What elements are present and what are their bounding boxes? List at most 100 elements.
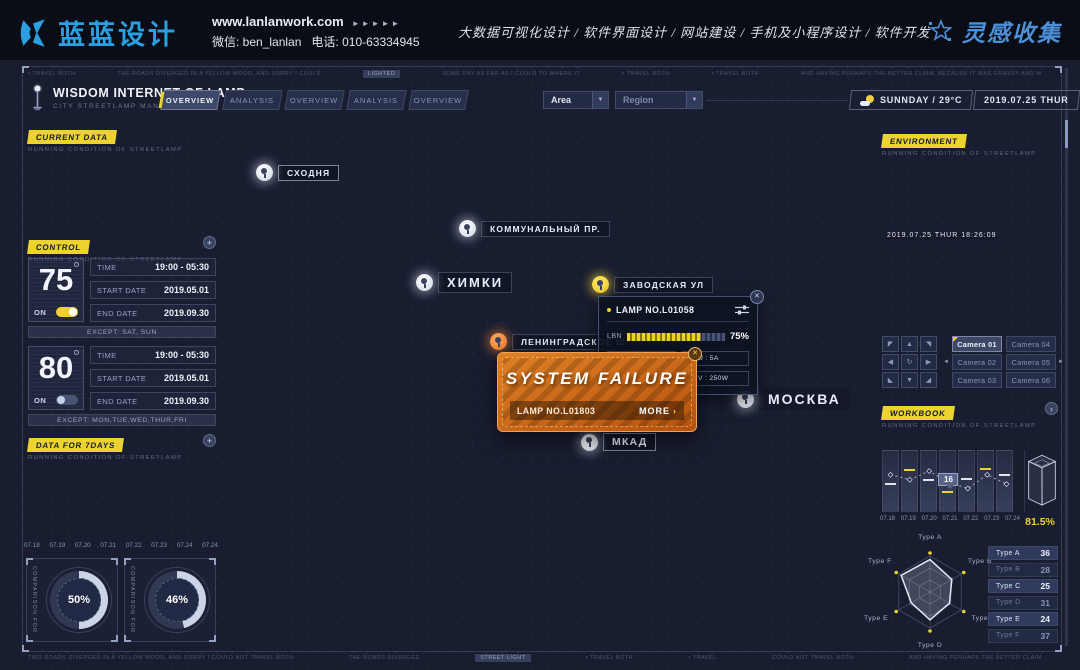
camera-button-06[interactable]: Camera 06 bbox=[1006, 372, 1056, 388]
week-data-tag: DATA FOR 7DAYS RUNNING CONDITION OF STRE… bbox=[28, 434, 183, 461]
tab-overview-3[interactable]: OVERVIEW bbox=[408, 90, 469, 110]
decor-microtext: ▪ TRAVEL BOTH bbox=[28, 71, 75, 77]
week-add-button[interactable]: + bbox=[203, 434, 216, 447]
tab-analysis-2[interactable]: ANALYSIS bbox=[346, 90, 407, 110]
star-icon bbox=[928, 18, 954, 44]
legend-row-type-a[interactable]: Type A36 bbox=[988, 546, 1058, 560]
legend-row-type-c[interactable]: Type C25 bbox=[988, 579, 1058, 593]
dim-level-box-2: 80 ON bbox=[28, 346, 84, 410]
alert-lamp-id: LAMP NO.L01803 bbox=[517, 406, 595, 416]
system-failure-alert: ✕ SYSTEM FAILURE LAMP NO.L01803 MORE› bbox=[497, 352, 697, 432]
refresh-icon[interactable]: ↻ bbox=[901, 354, 918, 370]
workbook-column bbox=[882, 450, 899, 512]
chevron-down-icon[interactable]: ▼ bbox=[686, 92, 702, 108]
website-link[interactable]: www.lanlanwork.com bbox=[212, 14, 344, 29]
region-select[interactable]: Region ▼ bbox=[615, 91, 703, 109]
workbook-more-button[interactable]: › bbox=[1045, 402, 1058, 415]
control-add-button[interactable]: + bbox=[203, 236, 216, 249]
pin-label: ХИМКИ bbox=[438, 272, 512, 293]
chart-tooltip: 16 bbox=[938, 473, 958, 486]
banner: 蓝蓝设计 www.lanlanwork.com►►►►► 微信: ben_lan… bbox=[0, 0, 1080, 60]
end-date-row: END DATE2019.09.30 bbox=[90, 392, 216, 410]
power-toggle[interactable] bbox=[56, 307, 78, 317]
close-icon[interactable]: ✕ bbox=[750, 290, 764, 304]
map-pin-mkad[interactable]: МКАД bbox=[581, 433, 656, 451]
legend-row-type-d[interactable]: Type D31 bbox=[988, 596, 1058, 610]
chevron-down-icon[interactable]: ▼ bbox=[592, 92, 608, 108]
header-divider bbox=[706, 100, 848, 101]
tab-overview-2[interactable]: OVERVIEW bbox=[284, 90, 345, 110]
gauge-value: 50% bbox=[50, 571, 108, 629]
workbook-column bbox=[958, 450, 975, 512]
wechat-label: 微信: ben_lanlan bbox=[212, 35, 301, 49]
camera-button-02[interactable]: Camera 02 bbox=[952, 354, 1002, 370]
sliders-icon[interactable] bbox=[735, 305, 749, 315]
alert-title: SYSTEM FAILURE bbox=[503, 369, 691, 389]
close-icon[interactable]: ✕ bbox=[688, 347, 702, 361]
pan-up-right-icon[interactable]: ◥ bbox=[920, 336, 937, 352]
workbook-x-label: 07.23 bbox=[984, 516, 999, 522]
decor-microtext: LIGHTED bbox=[363, 70, 400, 78]
lamp-pin-icon bbox=[416, 274, 433, 291]
scrollbar[interactable] bbox=[1065, 68, 1068, 646]
panel-subtitle: RUNNING CONDITION OF STREETLAMP bbox=[28, 147, 183, 153]
bulb-icon bbox=[74, 262, 79, 267]
week-x-label: 07.22 bbox=[126, 542, 142, 549]
pan-left-icon[interactable]: ◀ bbox=[882, 354, 899, 370]
camera-next-icon[interactable]: ► bbox=[1058, 354, 1064, 370]
week-x-label: 07.20 bbox=[75, 542, 91, 549]
decor-microtext: COULD NOT TRAVEL BOTH bbox=[772, 655, 854, 661]
map-pin-zavodskaya[interactable]: ЗАВОДСКАЯ УЛ bbox=[592, 276, 713, 293]
decor-microtext: SOME DAY AS FAR AS I COULD TO WHERE IT bbox=[442, 71, 580, 77]
pan-down-icon[interactable]: ▼ bbox=[901, 372, 918, 388]
pan-up-icon[interactable]: ▲ bbox=[901, 336, 918, 352]
decor-microtext: AND HAVING PERHAPS THE BETTER CLAIM, BEC… bbox=[801, 71, 1042, 77]
decor-strip-top: ▪ TRAVEL BOTHTHE ROADS DIVERGED IN A YEL… bbox=[28, 68, 1052, 80]
camera-button-03[interactable]: Camera 03 bbox=[952, 372, 1002, 388]
weather-text: SUNNDAY / 29°C bbox=[880, 95, 962, 105]
comparison-gauge-1: COMPARISON FOR 50% bbox=[26, 558, 118, 642]
phone-label: 电话: 010-63334945 bbox=[311, 35, 419, 49]
decor-microtext: ▪ TRAVEL bbox=[688, 655, 716, 661]
area-select[interactable]: Area ▼ bbox=[543, 91, 609, 109]
camera-button-04[interactable]: Camera 04 bbox=[1006, 336, 1056, 352]
time-row: TIME19:00 - 05:30 bbox=[90, 258, 216, 276]
pin-label: КОММУНАЛЬНЫЙ ПР. bbox=[481, 221, 610, 237]
workbook-x-label: 07.21 bbox=[942, 516, 957, 522]
map-pin-khimki[interactable]: ХИМКИ bbox=[416, 272, 512, 293]
pan-up-left-icon[interactable]: ◤ bbox=[882, 336, 899, 352]
workbook-x-labels: 07.1807.1907.2007.2107.2207.2307.24 bbox=[880, 516, 1020, 522]
pan-right-icon[interactable]: ▶ bbox=[920, 354, 937, 370]
banner-services: 大数据可视化设计 / 软件界面设计 / 网站建设 / 手机及小程序设计 / 软件… bbox=[458, 22, 908, 41]
week-x-labels: 07.1807.1907.2007.2107.2207.2307.2407.24 bbox=[24, 542, 218, 549]
cube-percentage: 81.5% bbox=[1022, 516, 1058, 528]
brightness-value: 75% bbox=[730, 331, 749, 342]
tab-overview-1[interactable]: OVERVIEW bbox=[160, 90, 221, 110]
lamp-id: LAMP NO.L01058 bbox=[616, 305, 730, 315]
decor-microtext: ▪ TRAVEL BOTH bbox=[586, 655, 633, 661]
power-toggle[interactable] bbox=[56, 395, 78, 405]
map-pin-kommunalny[interactable]: КОММУНАЛЬНЫЙ ПР. bbox=[459, 220, 610, 237]
legend-row-type-b[interactable]: Type B28 bbox=[988, 563, 1058, 577]
weather-widget: SUNNDAY / 29°C bbox=[849, 90, 973, 110]
pan-down-left-icon[interactable]: ◣ bbox=[882, 372, 899, 388]
camera-button-05[interactable]: Camera 05 bbox=[1006, 354, 1056, 370]
on-label: ON bbox=[34, 396, 46, 405]
camera-button-01[interactable]: Camera 01 bbox=[952, 336, 1002, 352]
decor-microtext: ▪ TRAVEL BOTH bbox=[712, 71, 759, 77]
brightness-bar[interactable] bbox=[627, 333, 725, 341]
map-pin-skhodnya[interactable]: СХОДНЯ bbox=[256, 164, 339, 181]
time-row: TIME19:00 - 05:30 bbox=[90, 346, 216, 364]
logo: 蓝蓝设计 bbox=[16, 13, 178, 52]
decor-microtext: ▪ TRAVEL BOTH bbox=[622, 71, 669, 77]
app-root: 蓝蓝设计 www.lanlanwork.com►►►►► 微信: ben_lan… bbox=[0, 0, 1080, 670]
pan-down-right-icon[interactable]: ◢ bbox=[920, 372, 937, 388]
workbook-x-label: 07.24 bbox=[1005, 516, 1020, 522]
legend-row-type-e[interactable]: Type E24 bbox=[988, 612, 1058, 626]
more-button[interactable]: MORE› bbox=[639, 406, 677, 416]
legend-row-type-f[interactable]: Type F37 bbox=[988, 629, 1058, 643]
tab-analysis-1[interactable]: ANALYSIS bbox=[222, 90, 283, 110]
lamp-pin-icon bbox=[459, 220, 476, 237]
camera-prev-icon[interactable]: ◄ bbox=[942, 354, 950, 370]
streetlamp-icon bbox=[30, 84, 45, 111]
